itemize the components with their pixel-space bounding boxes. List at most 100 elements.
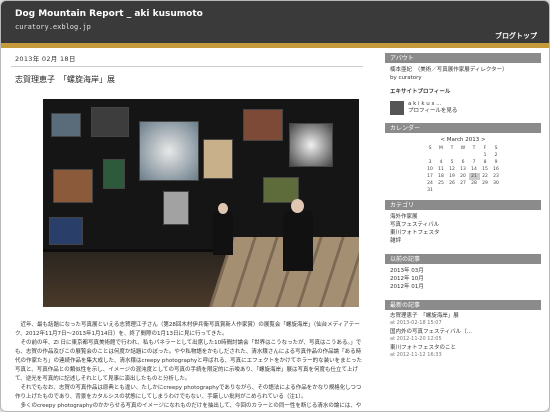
calendar-day [447,152,458,159]
calendar-day: 30 [493,181,499,186]
recent-post-link[interactable]: 国内外の写真フェスティバル（... [390,329,536,336]
calendar-day: 27 [460,181,466,186]
recent-post-date: at 2013-02-18 15:07 [390,320,442,326]
blog-top-link[interactable]: ブログトップ [495,31,537,41]
calendar-month-nav[interactable]: < March 2013 > [385,133,541,143]
recent-post-link[interactable]: 志賀理恵子 「螺旋海岸」展 [390,313,536,320]
calendar-day: 28 [471,181,477,186]
recent-post-link[interactable]: 東川フォトフェスタのこと [390,345,536,352]
calendar-day: 9 [494,160,498,165]
category-link[interactable]: 海外作家展 [390,213,536,221]
calendar-day [469,152,480,159]
category-link[interactable]: 雑評 [390,237,536,245]
photo-print [51,113,81,137]
calendar-day: 2 [494,153,498,158]
about-heading: アバウト [385,53,541,63]
photo-print [203,139,233,179]
main-column: 2013年 02月 18日 志賀理恵子 「螺旋海岸」展 近年、最も話題になった写… [11,53,367,411]
calendar-week: 17 18 19 20 21 22 23 [425,173,502,180]
calendar-week: 10 11 12 13 14 15 16 [425,166,502,173]
calendar-day: 8 [483,160,487,165]
photo-print [53,169,93,203]
calendar-day: 20 [460,174,466,179]
recent-post-date: at 2012-11-12 16:33 [390,352,442,358]
photo-print [139,121,199,181]
calendar-day [425,152,436,159]
calendar-week: 3 4 5 6 7 8 9 [425,159,502,166]
calendar-weekday-row: S M T W T F S [425,145,502,152]
photo-person [213,211,233,255]
calendar-day: 16 [493,167,499,172]
calendar-day: 24 [427,181,433,186]
calendar-day: 13 [460,167,466,172]
calendar-day-today[interactable]: 21 [468,173,480,180]
calendar-day: 23 [493,174,499,179]
calendar-day [447,187,458,194]
calendar-day [436,152,447,159]
calendar-day: 4 [439,160,443,165]
calendar-heading: カレンダー [385,123,541,133]
calendar-day: 5 [450,160,454,165]
calendar-table: S M T W T F S 1 2 3 4 5 6 7 8 9 10 11 12… [425,145,502,194]
category-link[interactable]: 東川フォトフェスタ [390,229,536,237]
about-text: 楠本亜紀 （美術／写真展作家展ディレクター） by curatory [385,63,541,85]
avatar[interactable] [390,101,404,115]
calendar-day: 7 [472,160,476,165]
calendar-day [458,187,469,194]
category-list: 海外作家展 写真フェスティバル 東川フォトフェスタ 雑評 [385,210,541,248]
recent-list: 志賀理恵子 「螺旋海岸」展 at 2013-02-18 15:07 国内外の写真… [385,310,541,364]
photo-print [103,159,125,189]
post-paragraph: それでもなお、志賀の写真作品は原典とも違い、たしかにcreepy photogr… [15,385,362,400]
calendar-weekday: W [460,146,466,151]
browser-window: Dog Mountain Report _ aki kusumoto curat… [0,0,550,412]
post-paragraph: 近年、最も話題になった写真展といえる志賀理江子さん（第28回木村伊兵衛写真賞新人… [15,322,360,337]
calendar-day: 17 [427,174,433,179]
calendar-weekday: S [428,146,432,151]
profile-block[interactable]: a k i k u s ... プロフィールを見る [385,99,541,117]
header-accent-bar [1,43,549,48]
calendar-day [436,187,447,194]
archive-link[interactable]: 2012年 01月 [390,283,536,291]
post-paragraph: 多くのcreepy photographyのかからせる写真のイメージになれものだ… [20,403,362,409]
about-description: 楠本亜紀 （美術／写真展作家展ディレクター） [390,67,508,73]
blog-header: Dog Mountain Report _ aki kusumoto curat… [1,1,549,43]
date-divider [11,66,363,67]
profile-name[interactable]: a k i k u s ... [408,101,457,108]
post-paragraph: その前の年、Zl 日に東京都写真美術館で行われ、私もパネラーとして出席した10時… [15,340,362,382]
calendar-weekday: M [439,146,443,151]
photo-print [289,123,333,167]
photo-print [49,217,83,245]
calendar-weekday: S [494,146,498,151]
post-body: 近年、最も話題になった写真展といえる志賀理江子さん（第28回木村伊兵衛写真賞新人… [11,321,363,411]
calendar-week: 1 2 [425,152,502,159]
archive-link[interactable]: 2013年 03月 [390,267,536,275]
calendar-day: 25 [438,181,444,186]
photo-person-head [218,203,228,214]
calendar-day: 11 [438,167,444,172]
profile-heading: エキサイトプロフィール [390,89,451,95]
calendar-day: 15 [482,167,488,172]
calendar-weekday: F [483,146,487,151]
photo-print [163,191,189,225]
calendar-day: 6 [461,160,465,165]
blog-title[interactable]: Dog Mountain Report _ aki kusumoto [15,9,203,19]
calendar-day: 26 [449,181,455,186]
category-link[interactable]: 写真フェスティバル [390,221,536,229]
calendar-day: 10 [427,167,433,172]
calendar-day: 22 [482,174,488,179]
photo-print [91,107,129,137]
photo-person-head [291,199,304,213]
post-title[interactable]: 志賀理恵子 「螺旋海岸」展 [11,74,367,85]
calendar-day: 29 [482,181,488,186]
sidebar: アバウト 楠本亜紀 （美術／写真展作家展ディレクター） by curatory … [385,53,541,364]
category-heading: カテゴリ [385,200,541,210]
calendar-day: 31 [427,188,433,193]
exhibition-photo[interactable] [43,99,359,307]
recent-heading: 最新の記事 [385,300,541,310]
calendar-day [491,187,502,194]
blog-url: curatory.exblog.jp [15,23,91,31]
archive-link[interactable]: 2012年 10月 [390,275,536,283]
profile-link[interactable]: プロフィールを見る [408,108,457,115]
calendar-day: 1 [483,153,487,158]
post-date: 2013年 02月 18日 [15,55,76,63]
